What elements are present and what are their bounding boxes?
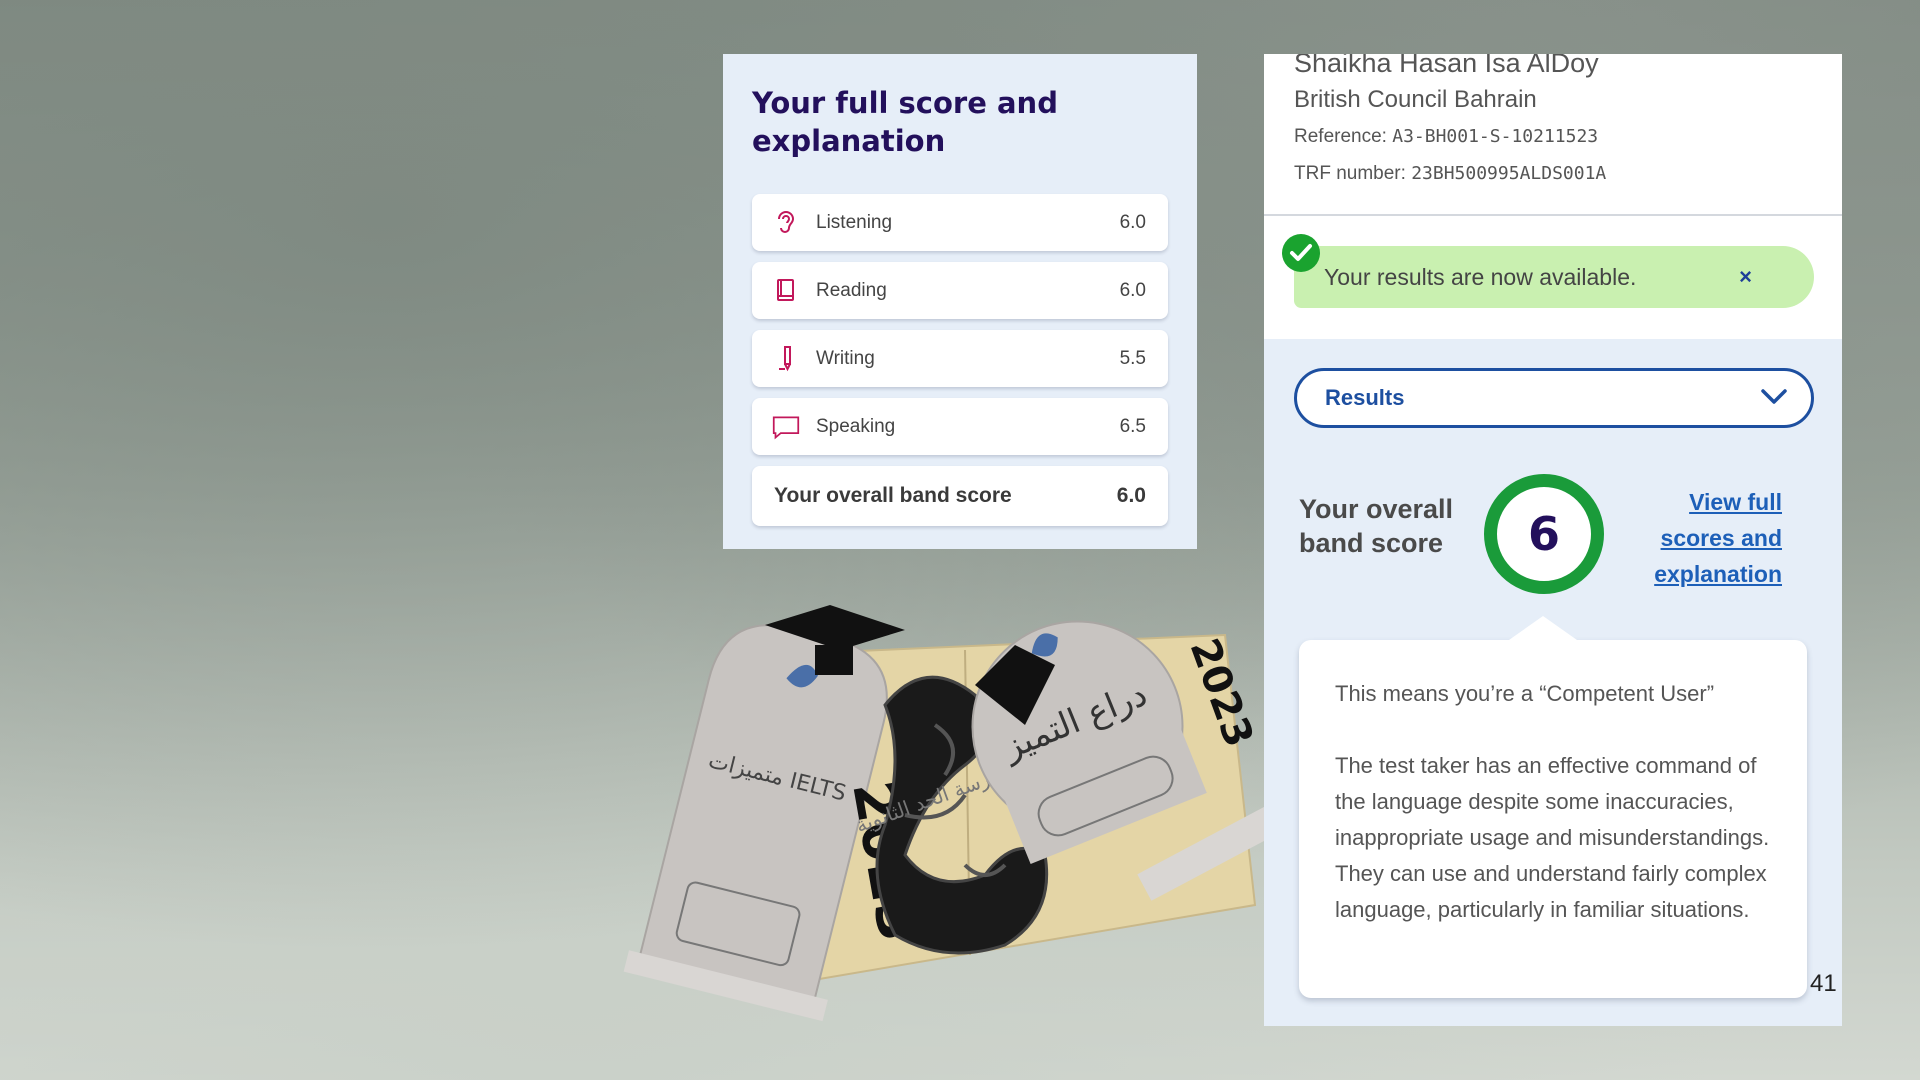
results-panel: Shaikha Hasan Isa AlDoy British Council … [1264, 54, 1842, 1026]
speech-bubble-icon [772, 412, 800, 442]
results-available-notice: Your results are now available. × [1294, 246, 1814, 308]
pen-icon [772, 344, 800, 374]
score-explanation-card: This means you’re a “Competent User” The… [1299, 616, 1807, 998]
score-row-listening: Listening 6.0 [752, 194, 1168, 251]
overall-score-value: 6 [1527, 507, 1560, 561]
candidate-name: Shaikha Hasan Isa AlDoy [1294, 54, 1599, 78]
trf-line: TRF number: 23BH500995ALDS001A [1294, 163, 1606, 185]
score-value: 6.0 [1119, 279, 1146, 301]
score-label: Writing [816, 347, 875, 369]
score-row-writing: Writing 5.5 [752, 330, 1168, 387]
competent-user-text: This means you’re a “Competent User” [1335, 681, 1715, 706]
overall-band-row: Your overall band score 6.0 [752, 466, 1168, 526]
trf-label: TRF number: [1294, 163, 1406, 184]
results-dropdown[interactable]: Results [1294, 368, 1814, 428]
score-label: Reading [816, 279, 887, 301]
dropdown-label: Results [1325, 385, 1405, 410]
page-number: 41 [1810, 970, 1837, 997]
score-label: Listening [816, 211, 893, 233]
reference-value: A3-BH001-S-10211523 [1392, 126, 1599, 147]
chevron-down-icon [1761, 385, 1787, 411]
view-full-scores-link[interactable]: View full scores and explanation [1622, 484, 1782, 592]
close-icon[interactable]: × [1739, 264, 1752, 290]
score-row-reading: Reading 6.0 [752, 262, 1168, 319]
notice-text: Your results are now available. [1324, 263, 1637, 290]
score-panel-title: Your full score and explanation [752, 86, 1058, 158]
notice-area: Your results are now available. × [1264, 216, 1842, 339]
reference-label: Reference: [1294, 126, 1387, 147]
score-label: Speaking [816, 415, 896, 437]
test-centre: British Council Bahrain [1294, 86, 1537, 113]
trophy-illustration: متميزات IELTS 2023 مدرسة الحد الثانوية د… [615, 605, 1315, 1025]
score-value: 5.5 [1119, 347, 1146, 369]
trf-value: 23BH500995ALDS001A [1411, 163, 1607, 184]
score-value: 6.0 [1119, 211, 1146, 233]
band-description: The test taker has an effective command … [1335, 753, 1770, 922]
overall-band-label: Your overall band score [774, 484, 1012, 507]
reference-line: Reference: A3-BH001-S-10211523 [1294, 126, 1598, 148]
ear-icon [772, 208, 800, 238]
book-icon [772, 276, 800, 306]
candidate-info: Shaikha Hasan Isa AlDoy British Council … [1264, 54, 1842, 216]
score-row-speaking: Speaking 6.5 [752, 398, 1168, 455]
score-value: 6.5 [1119, 415, 1146, 437]
overall-band-value: 6.0 [1116, 484, 1146, 507]
full-score-panel: Your full score and explanation Listenin… [723, 54, 1197, 549]
check-icon [1282, 234, 1320, 272]
overall-band-heading: Your overall band score [1299, 494, 1454, 558]
overall-score-ring: 6 [1484, 474, 1604, 594]
